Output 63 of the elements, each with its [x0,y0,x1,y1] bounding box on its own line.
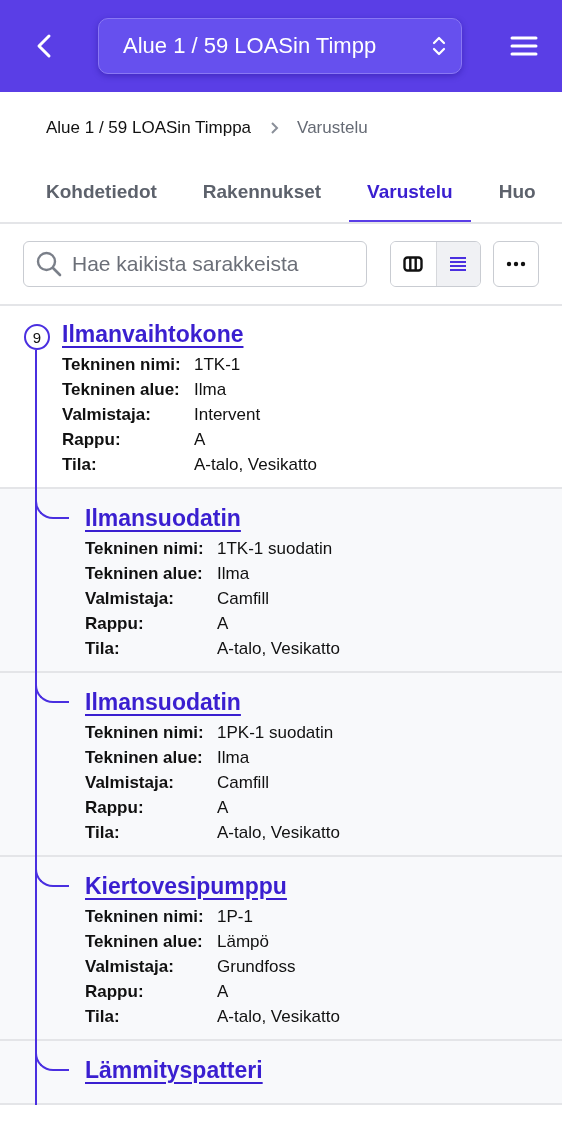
equipment-link[interactable]: Ilmanvaihtokone [62,321,244,348]
columns-icon [403,256,424,272]
list-icon [449,256,468,272]
more-icon [506,261,527,267]
field-label: Valmistaja: [85,589,175,609]
count-badge: 9 [24,324,50,350]
equipment-link[interactable]: Ilmansuodatin [85,689,241,716]
field-label: Tila: [85,823,121,843]
field-label: Rappu: [85,614,145,634]
tab[interactable]: Kohdetiedot [28,164,175,222]
field-value: A-talo, Vesikatto [194,455,318,475]
list-view-button[interactable] [435,242,481,286]
field-value: Ilma [217,748,251,768]
field-value: A-talo, Vesikatto [217,823,341,843]
field-label: Tekninen nimi: [85,907,205,927]
field-value: Camfill [217,773,270,793]
equipment-link[interactable]: Lämmityspatteri [85,1057,263,1084]
breadcrumb-current: Varustelu [297,118,368,138]
more-button[interactable] [493,241,539,287]
field-label: Tekninen nimi: [85,539,205,559]
field-value: 1TK-1 suodatin [217,539,334,559]
search-field[interactable]: Hae kaikista sarakkeista [23,241,367,287]
field-value: A [194,430,207,450]
field-value: A [217,614,230,634]
equipment-link[interactable]: Ilmansuodatin [85,505,241,532]
tab[interactable]: Huo [480,164,554,222]
field-value: Intervent [194,405,262,425]
breadcrumb-link[interactable]: Alue 1 / 59 LOASin Timppa [46,118,252,138]
field-label: Tila: [85,1007,121,1027]
field-value: Ilma [194,380,228,400]
field-value: Camfill [217,589,270,609]
tab[interactable]: Rakennukset [184,164,340,222]
equipment-link[interactable]: Kiertovesipumppu [85,873,287,900]
field-value: 1TK-1 [194,355,242,375]
menu-icon [510,35,538,57]
field-label: Tekninen alue: [85,564,204,584]
field-value: A [217,798,230,818]
tab[interactable]: Varustelu [349,164,471,222]
site-selector[interactable]: Alue 1 / 59 LOASin Timpp [98,18,462,74]
field-value: A [217,982,230,1002]
field-label: Rappu: [85,798,145,818]
field-value: Lämpö [217,932,270,952]
chevron-icon [269,121,280,135]
field-label: Tekninen nimi: [85,723,205,743]
field-label: Tekninen alue: [62,380,181,400]
field-label: Valmistaja: [62,405,152,425]
sort-arrows-icon [431,34,447,58]
field-value: A-talo, Vesikatto [217,639,341,659]
field-label: Tila: [62,455,98,475]
field-value: Grundfoss [217,957,297,977]
field-value: Ilma [217,564,251,584]
field-label: Tila: [85,639,121,659]
field-label: Rappu: [62,430,122,450]
field-label: Rappu: [85,982,145,1002]
field-value: 1PK-1 suodatin [217,723,335,743]
field-value: 1P-1 [217,907,254,927]
field-label: Valmistaja: [85,773,175,793]
field-label: Valmistaja: [85,957,175,977]
field-label: Tekninen alue: [85,748,204,768]
search-icon [35,250,63,278]
field-label: Tekninen alue: [85,932,204,952]
field-value: A-talo, Vesikatto [217,1007,341,1027]
field-label: Tekninen nimi: [62,355,182,375]
